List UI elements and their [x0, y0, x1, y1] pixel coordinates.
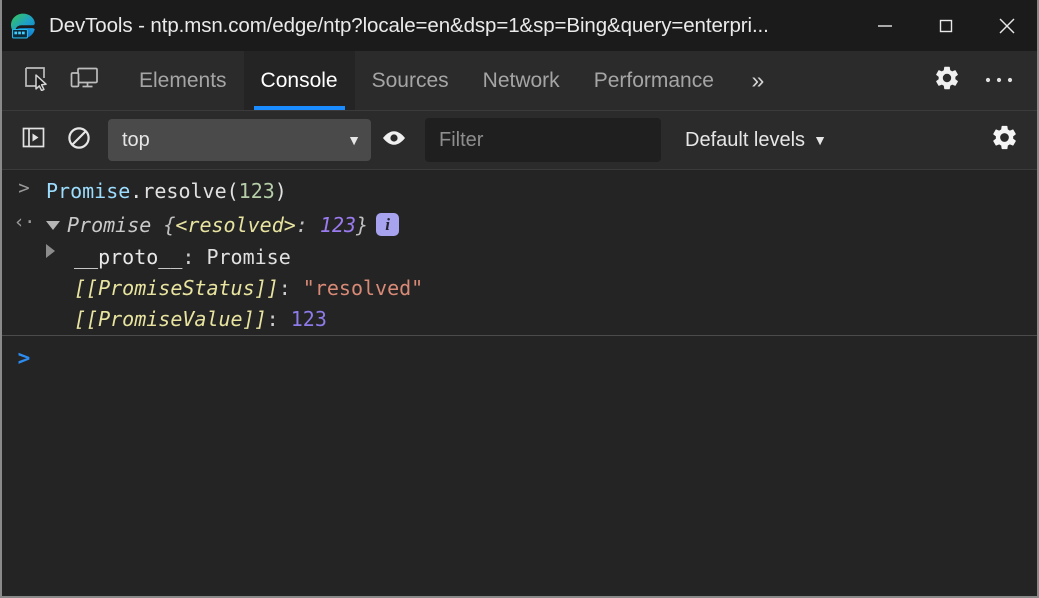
execution-context-label: top — [122, 128, 150, 151]
console-sidebar-icon — [21, 125, 46, 155]
expand-triangle-closed-icon — [46, 244, 55, 258]
tab-network[interactable]: Network — [466, 51, 577, 110]
promisestatus-colon: : — [278, 276, 303, 300]
tab-elements-label: Elements — [139, 68, 227, 92]
object-property-row-promisevalue[interactable]: [[PromiseValue]]: 123 — [2, 304, 1037, 335]
expand-triangle-open-icon[interactable] — [46, 221, 60, 230]
edge-devtools-icon — [9, 12, 37, 40]
proto-property-text: __proto__: Promise — [74, 242, 291, 273]
chevron-down-icon: ▼ — [347, 132, 361, 148]
console-sidebar-toggle-button[interactable] — [10, 118, 56, 162]
tab-performance-label: Performance — [593, 68, 714, 92]
proto-expand-toggle[interactable] — [46, 242, 74, 260]
token-number-arg: 123 — [238, 179, 275, 203]
promisevalue-key: [[PromiseValue]] — [74, 307, 267, 331]
proto-colon: : — [182, 245, 207, 269]
tab-network-label: Network — [482, 68, 560, 92]
tab-console[interactable]: Console — [243, 51, 355, 110]
console-prompt-row[interactable]: > — [2, 336, 1037, 380]
tab-elements[interactable]: Elements — [122, 51, 244, 110]
more-options-icon — [984, 72, 1014, 90]
console-filter-input[interactable] — [425, 118, 661, 162]
tab-sources-label: Sources — [371, 68, 449, 92]
clear-console-icon — [66, 125, 92, 156]
console-toolbar: top ▼ Default levels ▼ — [2, 111, 1037, 170]
tabstrip-spacer — [108, 51, 122, 110]
tab-performance[interactable]: Performance — [577, 51, 731, 110]
devtools-more-options-button[interactable] — [973, 51, 1025, 111]
tab-console-label: Console — [260, 68, 338, 92]
promisevalue-value: 123 — [290, 307, 327, 331]
object-property-row-proto[interactable]: __proto__: Promise — [2, 242, 1037, 273]
inspect-element-button[interactable] — [12, 51, 60, 110]
object-property-row-promisestatus[interactable]: [[PromiseStatus]]: "resolved" — [2, 273, 1037, 304]
window-title: DevTools - ntp.msn.com/edge/ntp?locale=e… — [49, 13, 769, 37]
devtools-settings-button[interactable] — [921, 51, 973, 111]
input-gutter-icon: > — [18, 177, 30, 199]
more-tabs-button[interactable]: » — [731, 51, 785, 110]
devtools-tab-strip: Elements Console Sources Network Perform… — [2, 51, 1037, 111]
promisestatus-indent — [46, 273, 74, 277]
console-toolbar-right — [981, 118, 1027, 162]
promisevalue-colon: : — [266, 307, 291, 331]
console-result-message[interactable]: ‹· Promise {<resolved>: 123} i — [2, 208, 1037, 242]
maximize-button[interactable] — [915, 0, 976, 51]
console-panel[interactable]: > Promise.resolve(123) ‹· Promise {<reso… — [2, 170, 1037, 596]
token-resolve: .resolve — [130, 179, 227, 203]
token-result-open-brace: { — [151, 213, 176, 237]
console-settings-gear-icon — [990, 123, 1019, 157]
promisevalue-indent — [46, 304, 74, 308]
promisestatus-property-text: [[PromiseStatus]]: "resolved" — [74, 273, 423, 304]
console-settings-button[interactable] — [981, 118, 1027, 162]
token-result-value: 123 — [319, 213, 357, 237]
gear-icon — [933, 64, 961, 97]
info-badge[interactable]: i — [376, 213, 400, 236]
token-result-ctor: Promise — [67, 213, 152, 237]
token-promise: Promise — [46, 179, 131, 203]
log-levels-label: Default levels — [685, 128, 806, 151]
console-message-list: > Promise.resolve(123) ‹· Promise {<reso… — [2, 170, 1037, 336]
devtools-window: DevTools - ntp.msn.com/edge/ntp?locale=e… — [0, 0, 1039, 598]
promisestatus-key: [[PromiseStatus]] — [74, 276, 279, 300]
minimize-button[interactable] — [854, 0, 915, 51]
result-gutter-icon: ‹· — [13, 211, 36, 233]
chevron-down-icon-levels: ▼ — [813, 132, 827, 148]
device-toolbar-button[interactable] — [60, 51, 108, 110]
console-result-preview: Promise {<resolved>: 123} i — [46, 210, 400, 240]
live-expression-button[interactable] — [371, 118, 417, 162]
token-result-close-brace: } — [356, 213, 369, 237]
promisevalue-property-text: [[PromiseValue]]: 123 — [74, 304, 327, 335]
tab-sources[interactable]: Sources — [355, 51, 466, 110]
title-bar: DevTools - ntp.msn.com/edge/ntp?locale=e… — [2, 0, 1037, 51]
prompt-caret-icon: > — [17, 346, 31, 370]
console-input-expression: Promise.resolve(123) — [46, 176, 287, 206]
clear-console-button[interactable] — [56, 118, 102, 162]
token-open-paren: ( — [226, 179, 239, 203]
window-controls — [854, 0, 1037, 51]
promisestatus-value: "resolved" — [302, 276, 424, 300]
token-result-colon: : — [295, 213, 320, 237]
token-close-paren: ) — [274, 179, 287, 203]
proto-value: Promise — [206, 245, 291, 269]
eye-icon — [380, 128, 408, 153]
tabstrip-right-actions — [921, 51, 1037, 110]
console-input-message[interactable]: > Promise.resolve(123) — [2, 174, 1037, 208]
chevron-double-right-icon: » — [751, 67, 765, 93]
inspect-element-icon — [23, 65, 49, 96]
proto-key: __proto__ — [74, 245, 183, 269]
log-levels-select[interactable]: Default levels ▼ — [677, 123, 835, 158]
device-toolbar-icon — [69, 65, 99, 96]
token-result-state: <resolved> — [175, 213, 296, 237]
execution-context-select[interactable]: top ▼ — [108, 119, 371, 161]
close-button[interactable] — [976, 0, 1037, 51]
